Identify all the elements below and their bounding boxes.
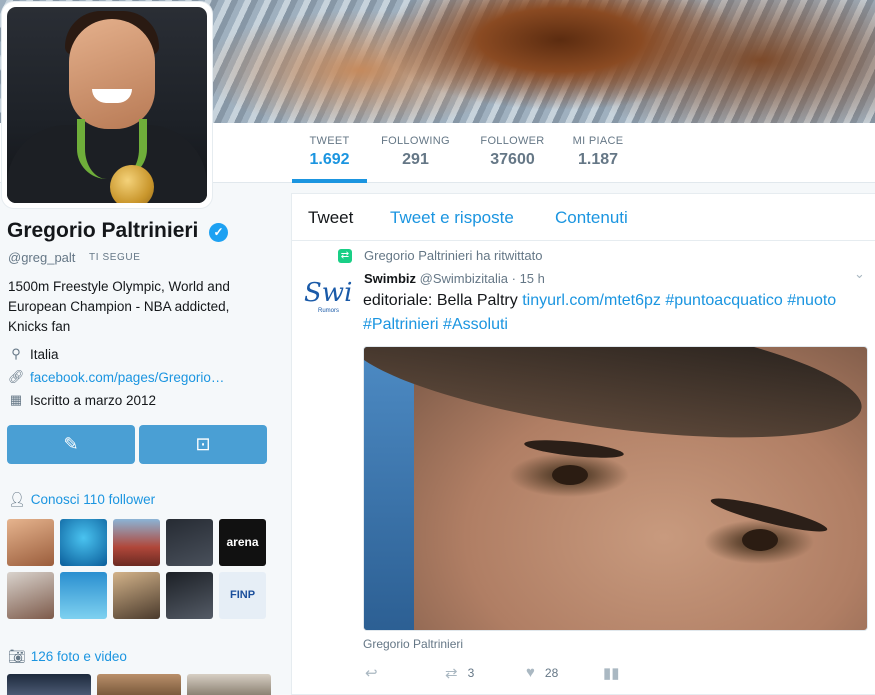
profile-joined: ▦ Iscritto a marzo 2012: [8, 392, 156, 408]
heart-icon: ♥: [526, 664, 535, 681]
stat-value: 1.187: [577, 151, 619, 168]
reply-button[interactable]: ↩: [365, 664, 378, 682]
tweet-author-handle[interactable]: @Swimbizitalia: [420, 271, 508, 286]
photos-videos-label[interactable]: 126 foto e video: [31, 649, 127, 664]
camera-icon: 📷︎: [8, 648, 26, 664]
tweet-author-avatar[interactable]: Swi Rumors: [304, 278, 352, 326]
arena-logo: arena: [226, 535, 259, 549]
profile-bio: 1500m Freestyle Olympic, World and Europ…: [8, 279, 230, 334]
tweet-text-plain: editoriale: Bella Paltry: [363, 292, 523, 309]
retweet-icon: ⇄: [338, 249, 352, 263]
person-icon: 👤︎: [8, 491, 26, 507]
timeline: Tweet Tweet e risposte Contenuti ⇄ Grego…: [291, 193, 875, 695]
tweet-dot: ·: [511, 271, 516, 286]
stat-tweets[interactable]: TWEET 1.692: [292, 123, 367, 183]
stat-likes[interactable]: MI PIACE 1.187: [562, 123, 634, 183]
analytics-button[interactable]: ▮▮: [603, 664, 620, 682]
swimbiz-logo-text: Swi: [304, 278, 352, 308]
message-button[interactable]: ⊡: [139, 425, 267, 464]
stat-followers[interactable]: FOLLOWER 37600: [475, 123, 550, 183]
follower-avatar[interactable]: [166, 519, 213, 566]
follower-grid: arena FINP: [7, 519, 269, 619]
follower-avatar[interactable]: [113, 519, 160, 566]
like-count: 28: [544, 665, 559, 680]
follower-avatar[interactable]: [60, 519, 107, 566]
profile-name[interactable]: Gregorio Paltrinieri: [7, 219, 198, 243]
retweet-note[interactable]: Gregorio Paltrinieri ha ritwittato: [364, 248, 542, 263]
joined-text: Iscritto a marzo 2012: [30, 392, 157, 408]
link-icon: 🔗︎: [8, 369, 25, 384]
tab-media[interactable]: Contenuti: [555, 208, 628, 228]
reply-icon: ↩: [365, 665, 378, 682]
stat-value: 37600: [490, 151, 535, 168]
tab-tweets-replies[interactable]: Tweet e risposte: [390, 208, 514, 228]
profile-website[interactable]: 🔗︎ facebook.com/pages/Gregorio…: [8, 369, 224, 385]
follower-avatar[interactable]: arena: [219, 519, 266, 566]
follower-avatar[interactable]: [7, 519, 54, 566]
media-strip: [7, 674, 271, 695]
profile-handle[interactable]: @greg_palt: [8, 250, 75, 265]
tweet-text: editoriale: Bella Paltry tinyurl.com/mte…: [363, 289, 868, 337]
follower-avatar[interactable]: [60, 572, 107, 619]
compose-icon: ✎: [63, 434, 79, 454]
like-button[interactable]: ♥ 28: [526, 664, 558, 681]
tweet-photo[interactable]: [363, 346, 868, 631]
media-thumb[interactable]: [187, 674, 271, 695]
tweet-actions: ↩ ⇄ 3 ♥ 28 ▮▮: [363, 664, 868, 684]
follower-avatar[interactable]: [113, 572, 160, 619]
gold-medal-icon: [110, 165, 154, 203]
stat-value: 1.692: [309, 151, 350, 168]
tweet-time[interactable]: 15 h: [520, 271, 545, 286]
stat-label: FOLLOWER: [480, 135, 545, 147]
website-link[interactable]: facebook.com/pages/Gregorio…: [30, 370, 224, 385]
tweet-header: Swimbiz @Swimbizitalia · 15 h: [364, 271, 545, 286]
tweet-link[interactable]: tinyurl.com/mtet6pz: [522, 292, 661, 309]
chevron-down-icon[interactable]: ⌄: [854, 266, 865, 282]
hashtag[interactable]: #puntoacquatico: [665, 292, 782, 309]
hashtag[interactable]: #nuoto: [787, 292, 836, 309]
stat-label: TWEET: [309, 135, 350, 147]
timeline-tabs: Tweet Tweet e risposte Contenuti: [292, 194, 875, 241]
stat-following[interactable]: FOLLOWING 291: [378, 123, 453, 183]
retweet-count: 3: [467, 666, 475, 680]
followers-you-know[interactable]: 👤︎ Conosci 110 follower: [8, 491, 155, 508]
hashtag[interactable]: #Paltrinieri: [363, 316, 439, 333]
follower-avatar[interactable]: [7, 572, 54, 619]
retweet-action-icon: ⇄: [445, 665, 458, 682]
follower-avatar[interactable]: FINP: [219, 572, 266, 619]
bar-chart-icon: ▮▮: [603, 665, 620, 682]
calendar-icon: ▦: [9, 392, 23, 407]
photo-caption: Gregorio Paltrinieri: [363, 637, 464, 651]
stat-label: MI PIACE: [572, 135, 624, 147]
followers-you-know-label[interactable]: Conosci 110 follower: [31, 492, 155, 507]
verified-badge-icon: ✓: [209, 223, 228, 242]
location-pin-icon: ⚲: [11, 346, 21, 361]
stat-value: 291: [402, 151, 429, 168]
retweet-button[interactable]: ⇄ 3: [445, 664, 474, 682]
finp-logo: FINP: [229, 589, 256, 601]
profile-location: ⚲ Italia: [8, 346, 59, 362]
tab-tweets[interactable]: Tweet: [308, 208, 353, 228]
follower-avatar[interactable]: [166, 572, 213, 619]
tweet-to-button[interactable]: ✎: [7, 425, 135, 464]
media-thumb[interactable]: [97, 674, 181, 695]
avatar-photo: [7, 7, 207, 203]
location-text: Italia: [30, 346, 59, 362]
tweet-author-name[interactable]: Swimbiz: [364, 271, 416, 286]
direct-message-icon: ⊡: [195, 434, 211, 454]
photos-videos[interactable]: 📷︎ 126 foto e video: [8, 648, 127, 665]
profile-avatar[interactable]: [2, 2, 212, 208]
hashtag[interactable]: #Assoluti: [443, 316, 508, 333]
follows-you-badge: TI SEGUE: [89, 252, 141, 263]
stat-label: FOLLOWING: [381, 135, 450, 147]
media-thumb[interactable]: [7, 674, 91, 695]
swimbiz-logo-subtext: Rumors: [318, 308, 340, 314]
